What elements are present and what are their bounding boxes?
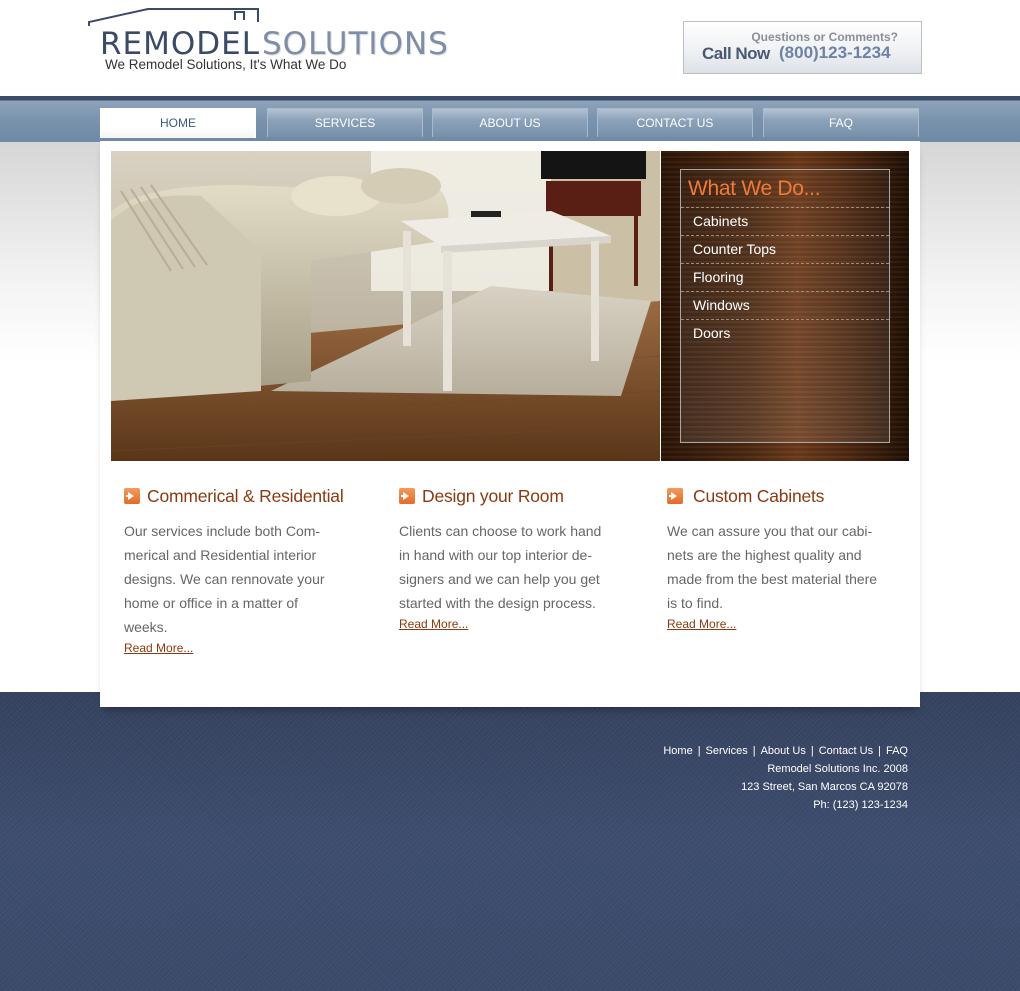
what-we-do-list: Cabinets Counter Tops Flooring Windows D… xyxy=(681,207,889,347)
nav-tab-services[interactable]: SERVICES xyxy=(267,108,423,137)
call-now-label: Call Now xyxy=(702,44,770,63)
hero-image-living-room xyxy=(111,151,660,461)
what-we-do-title: What We Do... xyxy=(688,177,821,200)
column-heading: Design your Room xyxy=(399,486,614,508)
read-more-link[interactable]: Read More... xyxy=(124,641,193,655)
footer-company: Remodel Solutions Inc. 2008 xyxy=(767,763,908,775)
what-we-do-item-windows[interactable]: Windows xyxy=(681,291,889,319)
footer-link-faq[interactable]: FAQ xyxy=(886,745,908,757)
phone-number[interactable]: (800)123-1234 xyxy=(779,43,891,63)
column-title: Custom Cabinets xyxy=(693,486,825,506)
footer-address: 123 Street, San Marcos CA 92078 xyxy=(741,781,908,793)
what-we-do-item-doors[interactable]: Doors xyxy=(681,319,889,347)
footer-separator: | xyxy=(697,745,701,757)
call-now-box: Questions or Comments? Call Now (800)123… xyxy=(683,21,922,74)
footer-link-about-us[interactable]: About Us xyxy=(761,745,806,757)
arrow-right-icon xyxy=(667,488,683,504)
what-we-do-panel: What We Do... Cabinets Counter Tops Floo… xyxy=(661,151,909,461)
column-heading: Custom Cabinets xyxy=(667,486,882,508)
call-question-text: Questions or Comments? xyxy=(751,30,898,44)
footer-link-services[interactable]: Services xyxy=(706,745,748,757)
footer-nav: Home | Services | About Us | Contact Us | FAQ xyxy=(663,745,908,757)
column-text: We can assure you that our cabi-nets are… xyxy=(667,523,878,611)
footer-separator: | xyxy=(810,745,814,757)
nav-tab-contact-us[interactable]: CONTACT US xyxy=(597,108,753,137)
footer-background xyxy=(0,692,1020,991)
column-title: Commerical & Residential xyxy=(147,486,344,506)
column-heading: Commerical & Residential xyxy=(124,486,344,508)
footer-separator: | xyxy=(752,745,756,757)
site-logo[interactable]: REMODEL SOLUTIONS We Remodel Solutions, … xyxy=(88,6,458,76)
footer-link-home[interactable]: Home xyxy=(663,745,692,757)
read-more-link[interactable]: Read More... xyxy=(667,617,736,631)
logo-tagline: We Remodel Solutions, It's What We Do xyxy=(105,57,347,72)
header: REMODEL SOLUTIONS We Remodel Solutions, … xyxy=(0,0,1020,96)
nav-tab-home[interactable]: HOME xyxy=(100,108,256,138)
nav-tab-faq[interactable]: FAQ xyxy=(763,108,919,137)
nav-tab-about-us[interactable]: ABOUT US xyxy=(432,108,588,137)
footer-separator: | xyxy=(878,745,881,757)
column-custom-cabinets: Custom Cabinets We can assure you that o… xyxy=(667,486,882,633)
main-nav: HOME SERVICES ABOUT US CONTACT US FAQ xyxy=(0,96,1020,142)
footer-link-contact-us[interactable]: Contact Us xyxy=(819,745,873,757)
column-text: Clients can choose to work hand in hand … xyxy=(399,523,602,611)
footer-phone: Ph: (123) 123-1234 xyxy=(813,799,908,811)
what-we-do-item-counter-tops[interactable]: Counter Tops xyxy=(681,235,889,263)
what-we-do-item-flooring[interactable]: Flooring xyxy=(681,263,889,291)
arrow-right-icon xyxy=(124,488,140,504)
what-we-do-box: What We Do... Cabinets Counter Tops Floo… xyxy=(680,169,890,443)
column-text: Our services include both Com-merical an… xyxy=(124,523,325,635)
read-more-link[interactable]: Read More... xyxy=(399,617,468,631)
arrow-right-icon xyxy=(399,488,415,504)
what-we-do-item-cabinets[interactable]: Cabinets xyxy=(681,207,889,235)
main-content: What We Do... Cabinets Counter Tops Floo… xyxy=(100,141,920,707)
column-commercial-residential: Commerical & Residential Our services in… xyxy=(124,486,344,657)
column-design-your-room: Design your Room Clients can choose to w… xyxy=(399,486,614,633)
column-title: Design your Room xyxy=(422,486,564,506)
